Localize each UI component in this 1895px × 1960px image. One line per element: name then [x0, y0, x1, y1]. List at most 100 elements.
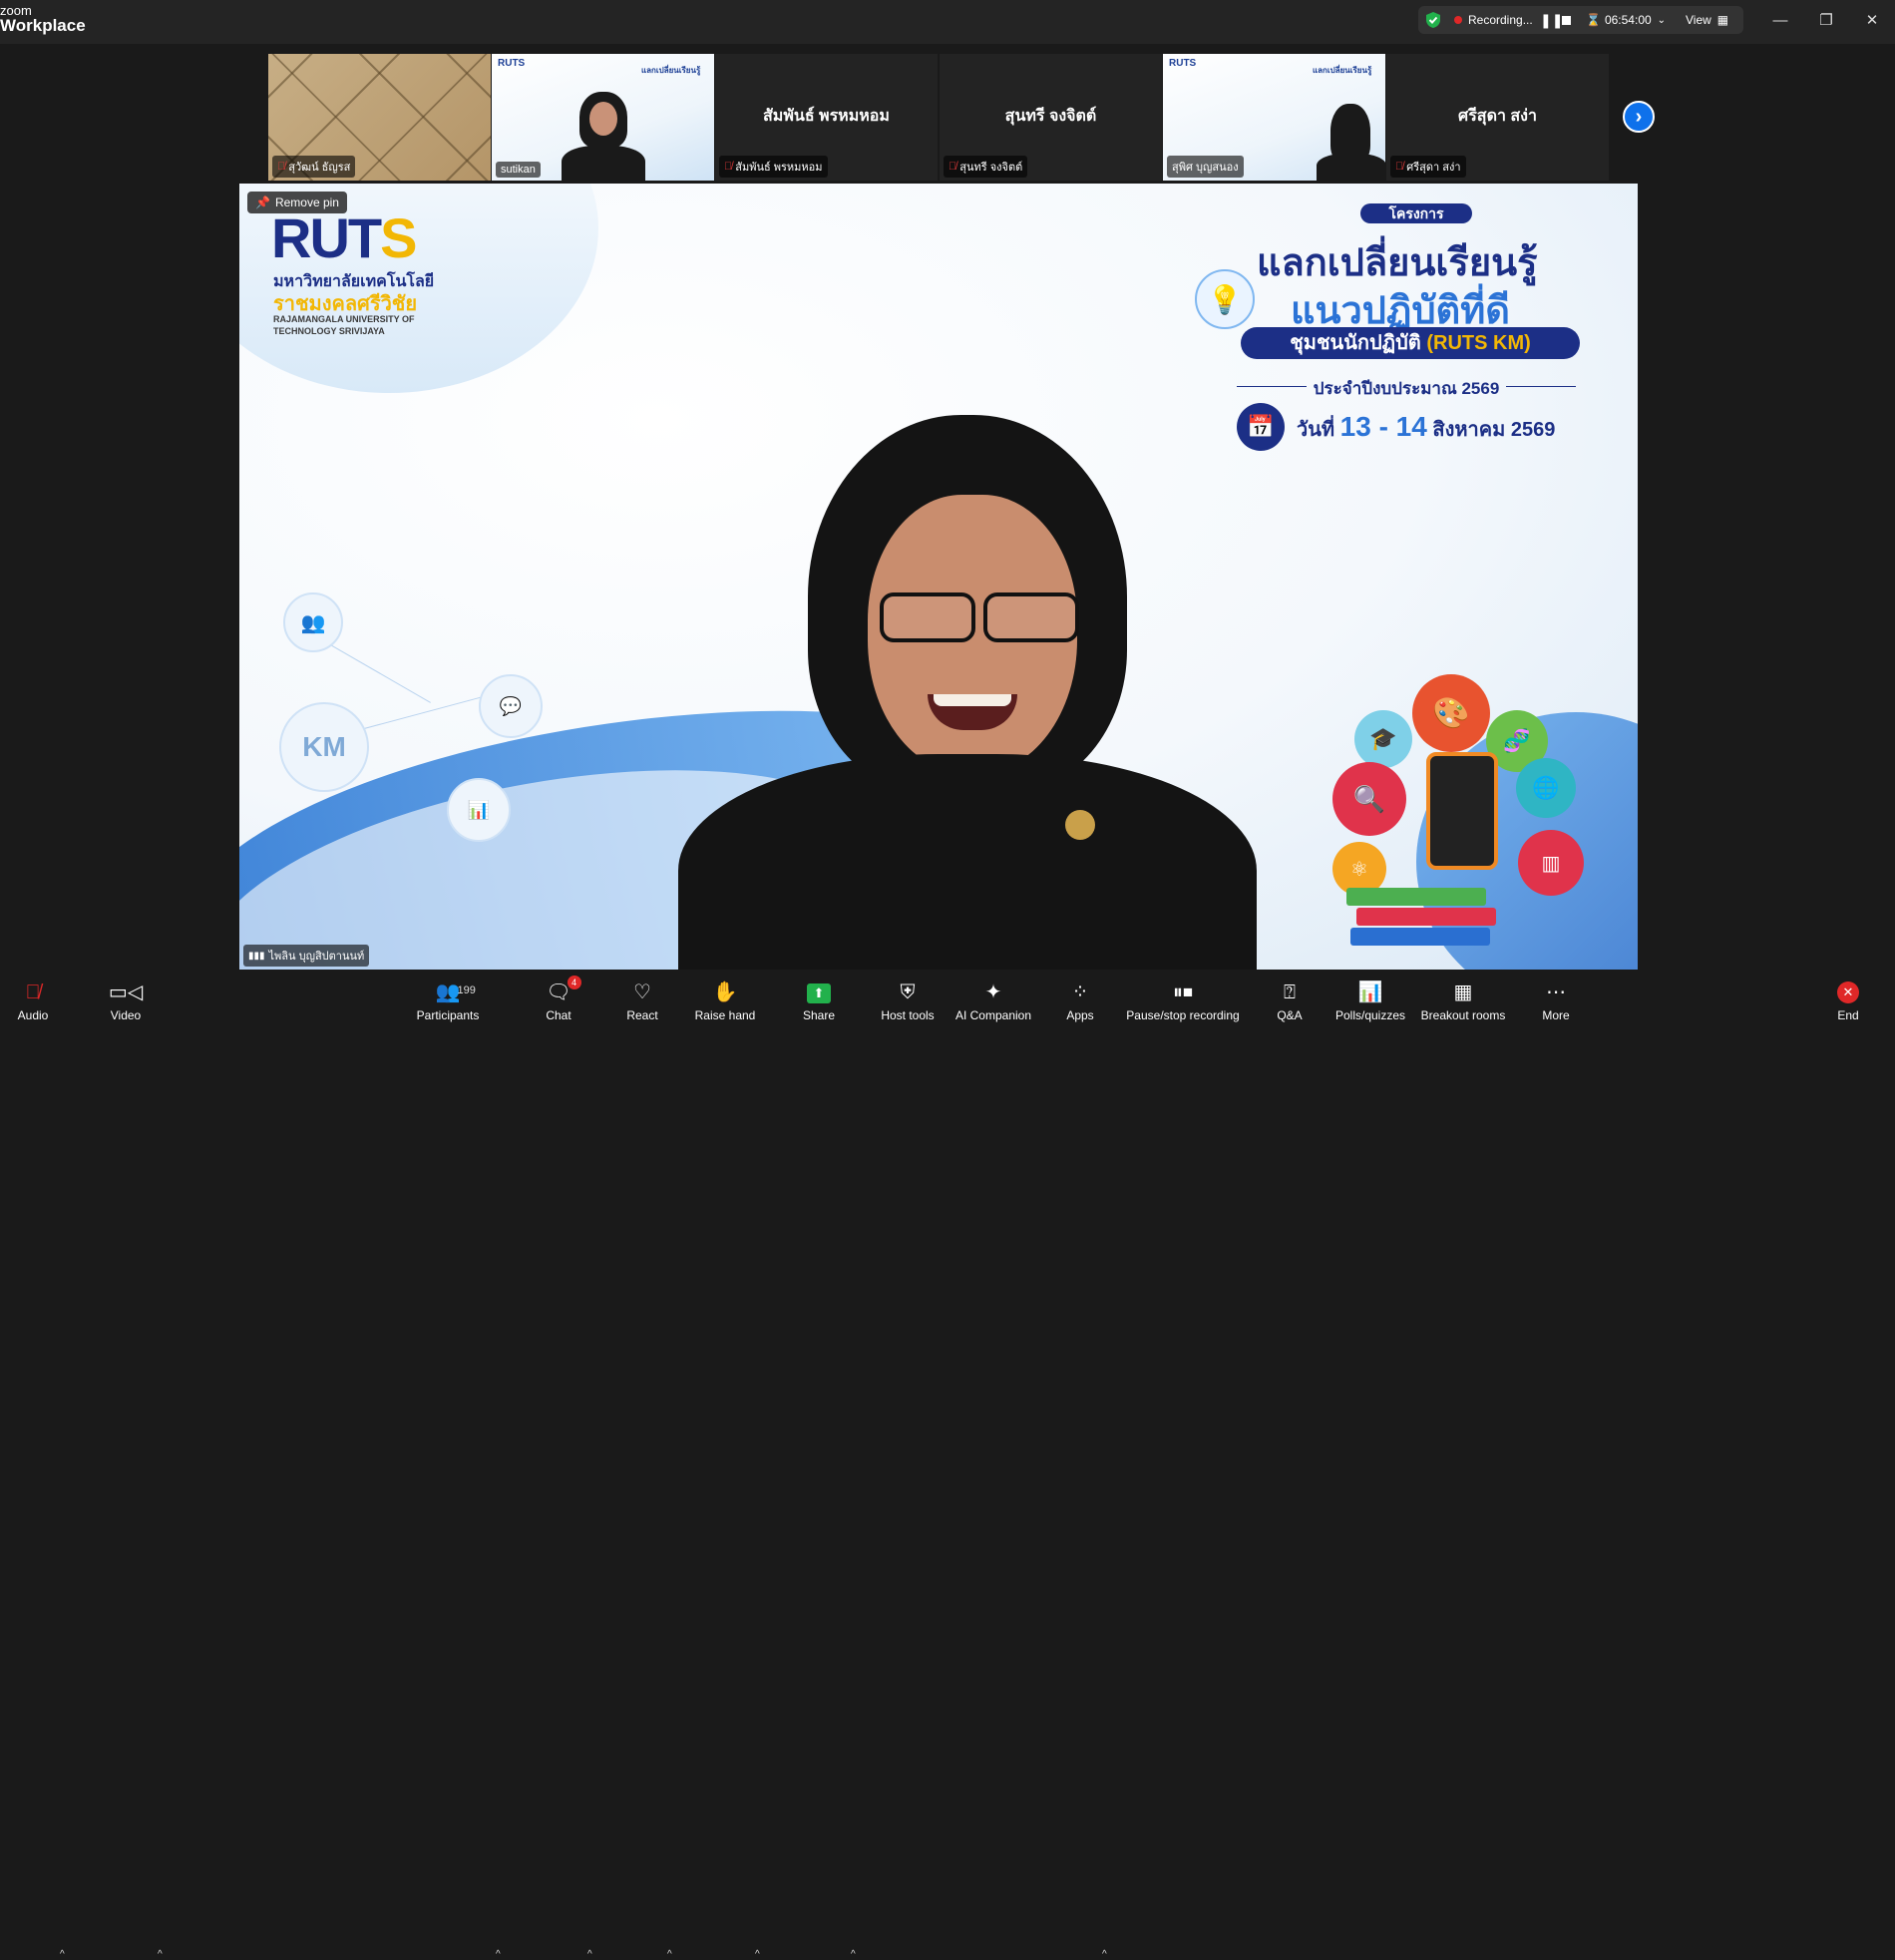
hand-icon: ✋	[712, 981, 738, 1003]
react-label: React	[626, 1008, 658, 1022]
participant-name: สัมพันธ์ พรหมหอม	[735, 162, 823, 174]
video-button[interactable]: ▭◁ Video	[106, 970, 146, 1023]
date-suffix: สิงหาคม 2569	[1432, 419, 1556, 441]
mic-muted-icon: 🎙̸	[948, 161, 957, 173]
ruts-logo: RUTS	[271, 205, 417, 270]
main-video[interactable]: 📌 Remove pin RUTS มหาวิทยาลัยเทคโนโลยี ร…	[239, 184, 1638, 970]
video-options-caret-icon[interactable]: ^	[158, 1949, 163, 1960]
chat-options-caret-icon[interactable]: ^	[587, 1949, 592, 1960]
logo-text-a: RUT	[271, 206, 382, 269]
participant-tile[interactable]: 🎙̸ สุวัฒน์ ธัญรส	[268, 54, 491, 181]
qa-button[interactable]: ⍰ Q&A	[1273, 970, 1307, 1023]
pause-stop-icon: ⏸⏹	[1173, 981, 1193, 1003]
mic-muted-icon: 🎙̸	[277, 161, 286, 173]
audio-label: Audio	[17, 1008, 49, 1022]
pause-stop-recording-label: Pause/stop recording	[1126, 1008, 1240, 1022]
raise-hand-options-caret-icon[interactable]: ^	[755, 1949, 760, 1960]
participant-video-face	[589, 102, 617, 136]
fiscal-year: ประจำปีงบประมาณ 2569	[1237, 375, 1576, 402]
participant-tile[interactable]: สัมพันธ์ พรหมหอม 🎙̸ สัมพันธ์ พรหมหอม	[715, 54, 938, 181]
share-options-caret-icon[interactable]: ^	[851, 1949, 856, 1960]
raise-hand-label: Raise hand	[694, 1008, 756, 1022]
participants-count: 199	[457, 984, 476, 996]
mic-muted-icon: 🎙̸	[25, 981, 41, 1003]
participant-tile[interactable]: สุนทรี จงจิตต์ 🎙̸ สุนทรี จงจิตต์	[940, 54, 1162, 181]
chat-bubble-icon: 💬	[479, 674, 543, 738]
polls-button[interactable]: 📊 Polls/quizzes	[1332, 970, 1408, 1023]
date-range: 13 - 14	[1339, 411, 1427, 442]
poll-chart-icon: 📊	[1357, 981, 1383, 1003]
host-tools-button[interactable]: ⛨ Host tools	[878, 970, 938, 1023]
sparkle-icon: ✦	[984, 981, 1002, 1003]
participants-button[interactable]: 👥 199 Participants	[413, 970, 483, 1023]
end-label: End	[1837, 1008, 1859, 1022]
timer-value: 06:54:00	[1604, 13, 1652, 27]
meeting-status-bar: Recording... ❚❚ ⌛ 06:54:00 ⌄ View ▦	[1418, 6, 1743, 34]
date-prefix: วันที่	[1297, 419, 1335, 441]
app-brand: zoom Workplace	[0, 3, 86, 34]
lightbulb-icon: 💡	[1195, 269, 1255, 329]
stop-recording-icon[interactable]	[1562, 6, 1571, 34]
ai-companion-label: AI Companion	[954, 1008, 1032, 1022]
pause-recording-icon[interactable]: ❚❚	[1540, 6, 1563, 34]
participant-tile[interactable]: RUTS แลกเปลี่ยนเรียนรู้ สุพิศ บุญสนอง	[1163, 54, 1385, 181]
chevron-down-icon: ⌄	[1657, 14, 1667, 26]
share-screen-icon: ⬆	[807, 983, 831, 1003]
apps-button[interactable]: ⁘ Apps	[1061, 970, 1099, 1023]
share-button[interactable]: ⬆ Share	[800, 970, 838, 1023]
restore-icon[interactable]: ❐	[1811, 8, 1841, 32]
view-button[interactable]: View ▦	[1686, 6, 1728, 34]
host-tools-label: Host tools	[881, 1008, 935, 1022]
bar-chart-icon: 📊	[447, 778, 511, 842]
meeting-timer[interactable]: ⌛ 06:54:00 ⌄	[1586, 6, 1666, 34]
react-button[interactable]: ♡ React	[622, 970, 662, 1023]
meeting-toolbar: 🎙̸ Audio ^ ▭◁ Video ^ 👥 199 Participants …	[0, 970, 1895, 1960]
apps-label: Apps	[1066, 1008, 1094, 1022]
apps-options-caret-icon[interactable]: ^	[1102, 1949, 1107, 1960]
end-meeting-button[interactable]: ✕ End	[1833, 970, 1863, 1023]
react-options-caret-icon[interactable]: ^	[667, 1949, 672, 1960]
participants-icon: 👥 199	[435, 981, 476, 1003]
view-label: View	[1686, 13, 1711, 27]
participant-display-name: สัมพันธ์ พรหมหอม	[763, 108, 890, 125]
next-page-arrow-icon[interactable]: ›	[1623, 101, 1655, 133]
mic-muted-icon: 🎙̸	[724, 161, 733, 173]
minimize-icon[interactable]: —	[1765, 8, 1795, 32]
speaker-video-person	[678, 415, 1257, 970]
close-icon[interactable]: ✕	[1857, 8, 1887, 32]
participant-name-label: 🎙̸ สัมพันธ์ พรหมหอม	[719, 156, 828, 178]
shield-icon: ⛨	[900, 981, 916, 1003]
participant-display-name: ศรีสุดา สง่า	[1458, 108, 1537, 125]
participant-name: สุพิศ บุญสนอง	[1172, 162, 1239, 174]
chat-button[interactable]: 🗨 4 Chat	[539, 970, 581, 1023]
network-line	[326, 642, 431, 703]
participants-options-caret-icon[interactable]: ^	[496, 1949, 501, 1960]
breakout-label: Breakout rooms	[1420, 1008, 1506, 1022]
participant-tile[interactable]: ศรีสุดา สง่า 🎙̸ ศรีสุดา สง่า	[1386, 54, 1609, 181]
project-tag: โครงการ	[1360, 203, 1472, 223]
speaker-brooch	[1065, 810, 1095, 840]
graduation-cap-icon: 🎓	[1354, 710, 1412, 768]
more-button[interactable]: ⋯ More	[1538, 970, 1574, 1023]
participant-name-label: 🎙̸ สุนทรี จงจิตต์	[944, 156, 1028, 178]
title-bar: zoom Workplace Recording... ❚❚ ⌛ 06:54:0…	[0, 0, 1895, 44]
speaker-body	[678, 754, 1257, 970]
share-label: Share	[802, 1008, 836, 1022]
ai-companion-button[interactable]: ✦ AI Companion	[953, 970, 1033, 1023]
audio-options-caret-icon[interactable]: ^	[60, 1949, 65, 1960]
smartphone-icon	[1426, 752, 1498, 870]
people-icon: 👥	[283, 592, 343, 652]
participant-tile[interactable]: RUTS แลกเปลี่ยนเรียนรู้ sutikan	[492, 54, 714, 181]
breakout-rooms-button[interactable]: ▦ Breakout rooms	[1420, 970, 1506, 1023]
raise-hand-button[interactable]: ✋ Raise hand	[694, 970, 756, 1023]
audio-button[interactable]: 🎙̸ Audio	[14, 970, 52, 1023]
km-node: KM	[279, 702, 369, 792]
hourglass-icon: ⌛	[1586, 13, 1601, 27]
recording-indicator[interactable]: Recording...	[1454, 6, 1533, 34]
signal-strength-icon: ▮▮▮	[248, 950, 265, 962]
pause-stop-recording-button[interactable]: ⏸⏹ Pause/stop recording	[1125, 970, 1241, 1023]
participant-video-body	[1317, 154, 1385, 181]
qa-label: Q&A	[1277, 1008, 1303, 1022]
encryption-shield-icon[interactable]	[1424, 6, 1442, 34]
participant-name: สุวัฒน์ ธัญรส	[288, 162, 351, 174]
